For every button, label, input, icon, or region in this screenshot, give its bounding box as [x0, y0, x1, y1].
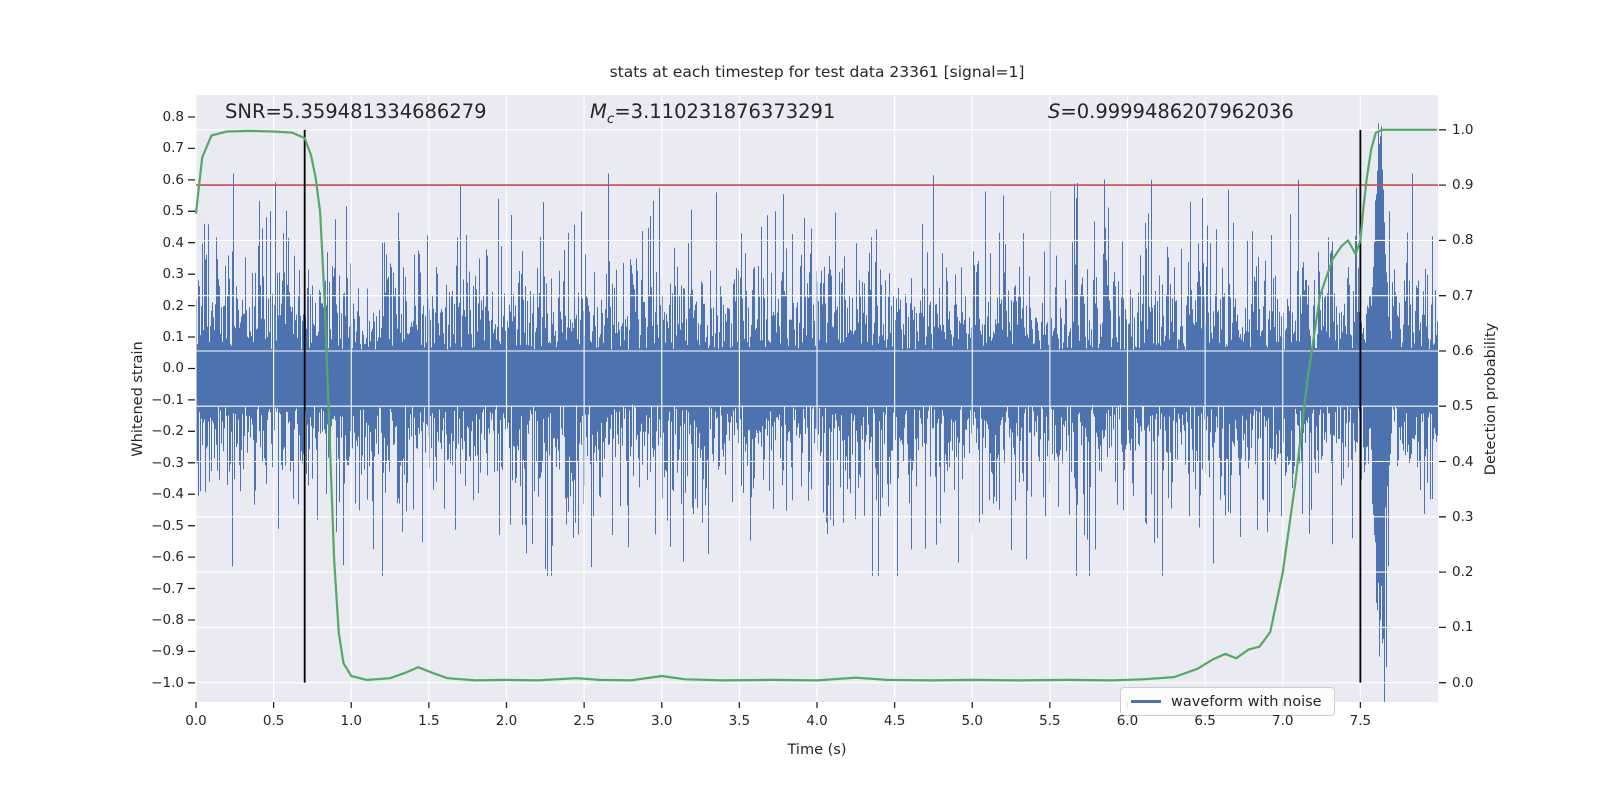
annotation-s-stat-symbol: S [1048, 100, 1061, 123]
legend-line-sample [1131, 700, 1161, 703]
y-left-tick-label: 0.2 [162, 297, 184, 314]
x-tick-label: 0.5 [262, 713, 285, 729]
y-left-tick-label: −0.7 [151, 580, 184, 597]
x-tick-label: 2.0 [495, 713, 518, 729]
x-tick-label: 2.5 [573, 713, 595, 729]
y-left-tick-label: 0.6 [162, 171, 184, 188]
x-tick-label: 1.5 [418, 713, 440, 729]
annotation-snr-value: =5.359481334686279 [265, 100, 487, 123]
y-left-tick-label: −0.6 [151, 549, 184, 566]
y-right-tick-label: 0.6 [1452, 342, 1474, 359]
y-left-tick-label: 0.1 [162, 329, 184, 346]
y-right-tick-label: 0.7 [1452, 287, 1474, 304]
x-tick-label: 5.0 [961, 713, 983, 729]
y-left-tick-label: −0.8 [151, 611, 184, 628]
y-left-tick-label: −0.3 [151, 454, 184, 471]
annotation-snr-symbol: SNR [225, 100, 266, 123]
y-left-tick-label: −0.9 [151, 643, 184, 660]
x-axis-label: Time (s) [787, 742, 847, 758]
annotation-s-stat-value: =0.9999486207962036 [1060, 100, 1294, 123]
x-tick-label: 4.5 [883, 713, 906, 729]
y-left-tick-label: −0.4 [151, 486, 184, 503]
x-tick-label: 7.0 [1272, 713, 1294, 729]
x-tick-label: 0.0 [185, 713, 207, 729]
y-right-tick-label: 0.9 [1452, 177, 1474, 194]
chart-title: stats at each timestep for test data 233… [609, 63, 1025, 81]
y-right-tick-label: 0.0 [1452, 674, 1474, 691]
legend-label: waveform with noise [1171, 693, 1322, 710]
x-tick-label: 6.0 [1116, 713, 1139, 729]
x-tick-label: 4.0 [806, 713, 828, 729]
x-tick-label: 3.5 [728, 713, 751, 729]
x-tick-label: 6.5 [1194, 713, 1216, 729]
y-left-tick-label: 0.7 [162, 140, 184, 157]
x-tick-label: 5.5 [1039, 713, 1061, 729]
annotation-chirp-mass: Mc=3.110231876373291 [590, 100, 835, 127]
annotation-chirp-mass-symbol: M [590, 100, 607, 123]
y-right-tick-label: 0.8 [1452, 232, 1474, 249]
x-tick-label: 1.0 [340, 713, 362, 729]
y-right-tick-label: 0.2 [1452, 564, 1474, 581]
y-left-tick-label: −1.0 [151, 674, 184, 691]
annotation-s-stat: S=0.9999486207962036 [1048, 100, 1294, 123]
y-right-tick-label: 0.4 [1452, 453, 1474, 470]
y-right-tick-label: 0.3 [1452, 508, 1474, 525]
y-right-tick-label: 0.5 [1452, 398, 1474, 415]
y-left-tick-label: 0.4 [162, 234, 184, 251]
y-left-tick-label: 0.0 [162, 360, 184, 377]
x-tick-label: 3.0 [651, 713, 673, 729]
y-left-tick-label: 0.8 [162, 109, 184, 125]
y-left-tick-label: 0.3 [162, 266, 184, 283]
y-left-tick-label: −0.2 [151, 423, 184, 440]
annotation-chirp-mass-value: =3.110231876373291 [614, 100, 836, 123]
y-left-tick-label: −0.5 [151, 517, 184, 534]
y-left-tick-label: −0.1 [151, 391, 184, 408]
x-tick-label: 7.5 [1349, 713, 1372, 729]
y-left-tick-label: 0.5 [162, 203, 184, 220]
y-right-tick-label: 0.1 [1452, 619, 1474, 636]
figure: stats at each timestep for test data 233… [0, 0, 1600, 800]
annotation-snr: SNR=5.359481334686279 [225, 100, 487, 123]
y-right-tick-label: 1.0 [1452, 121, 1474, 138]
